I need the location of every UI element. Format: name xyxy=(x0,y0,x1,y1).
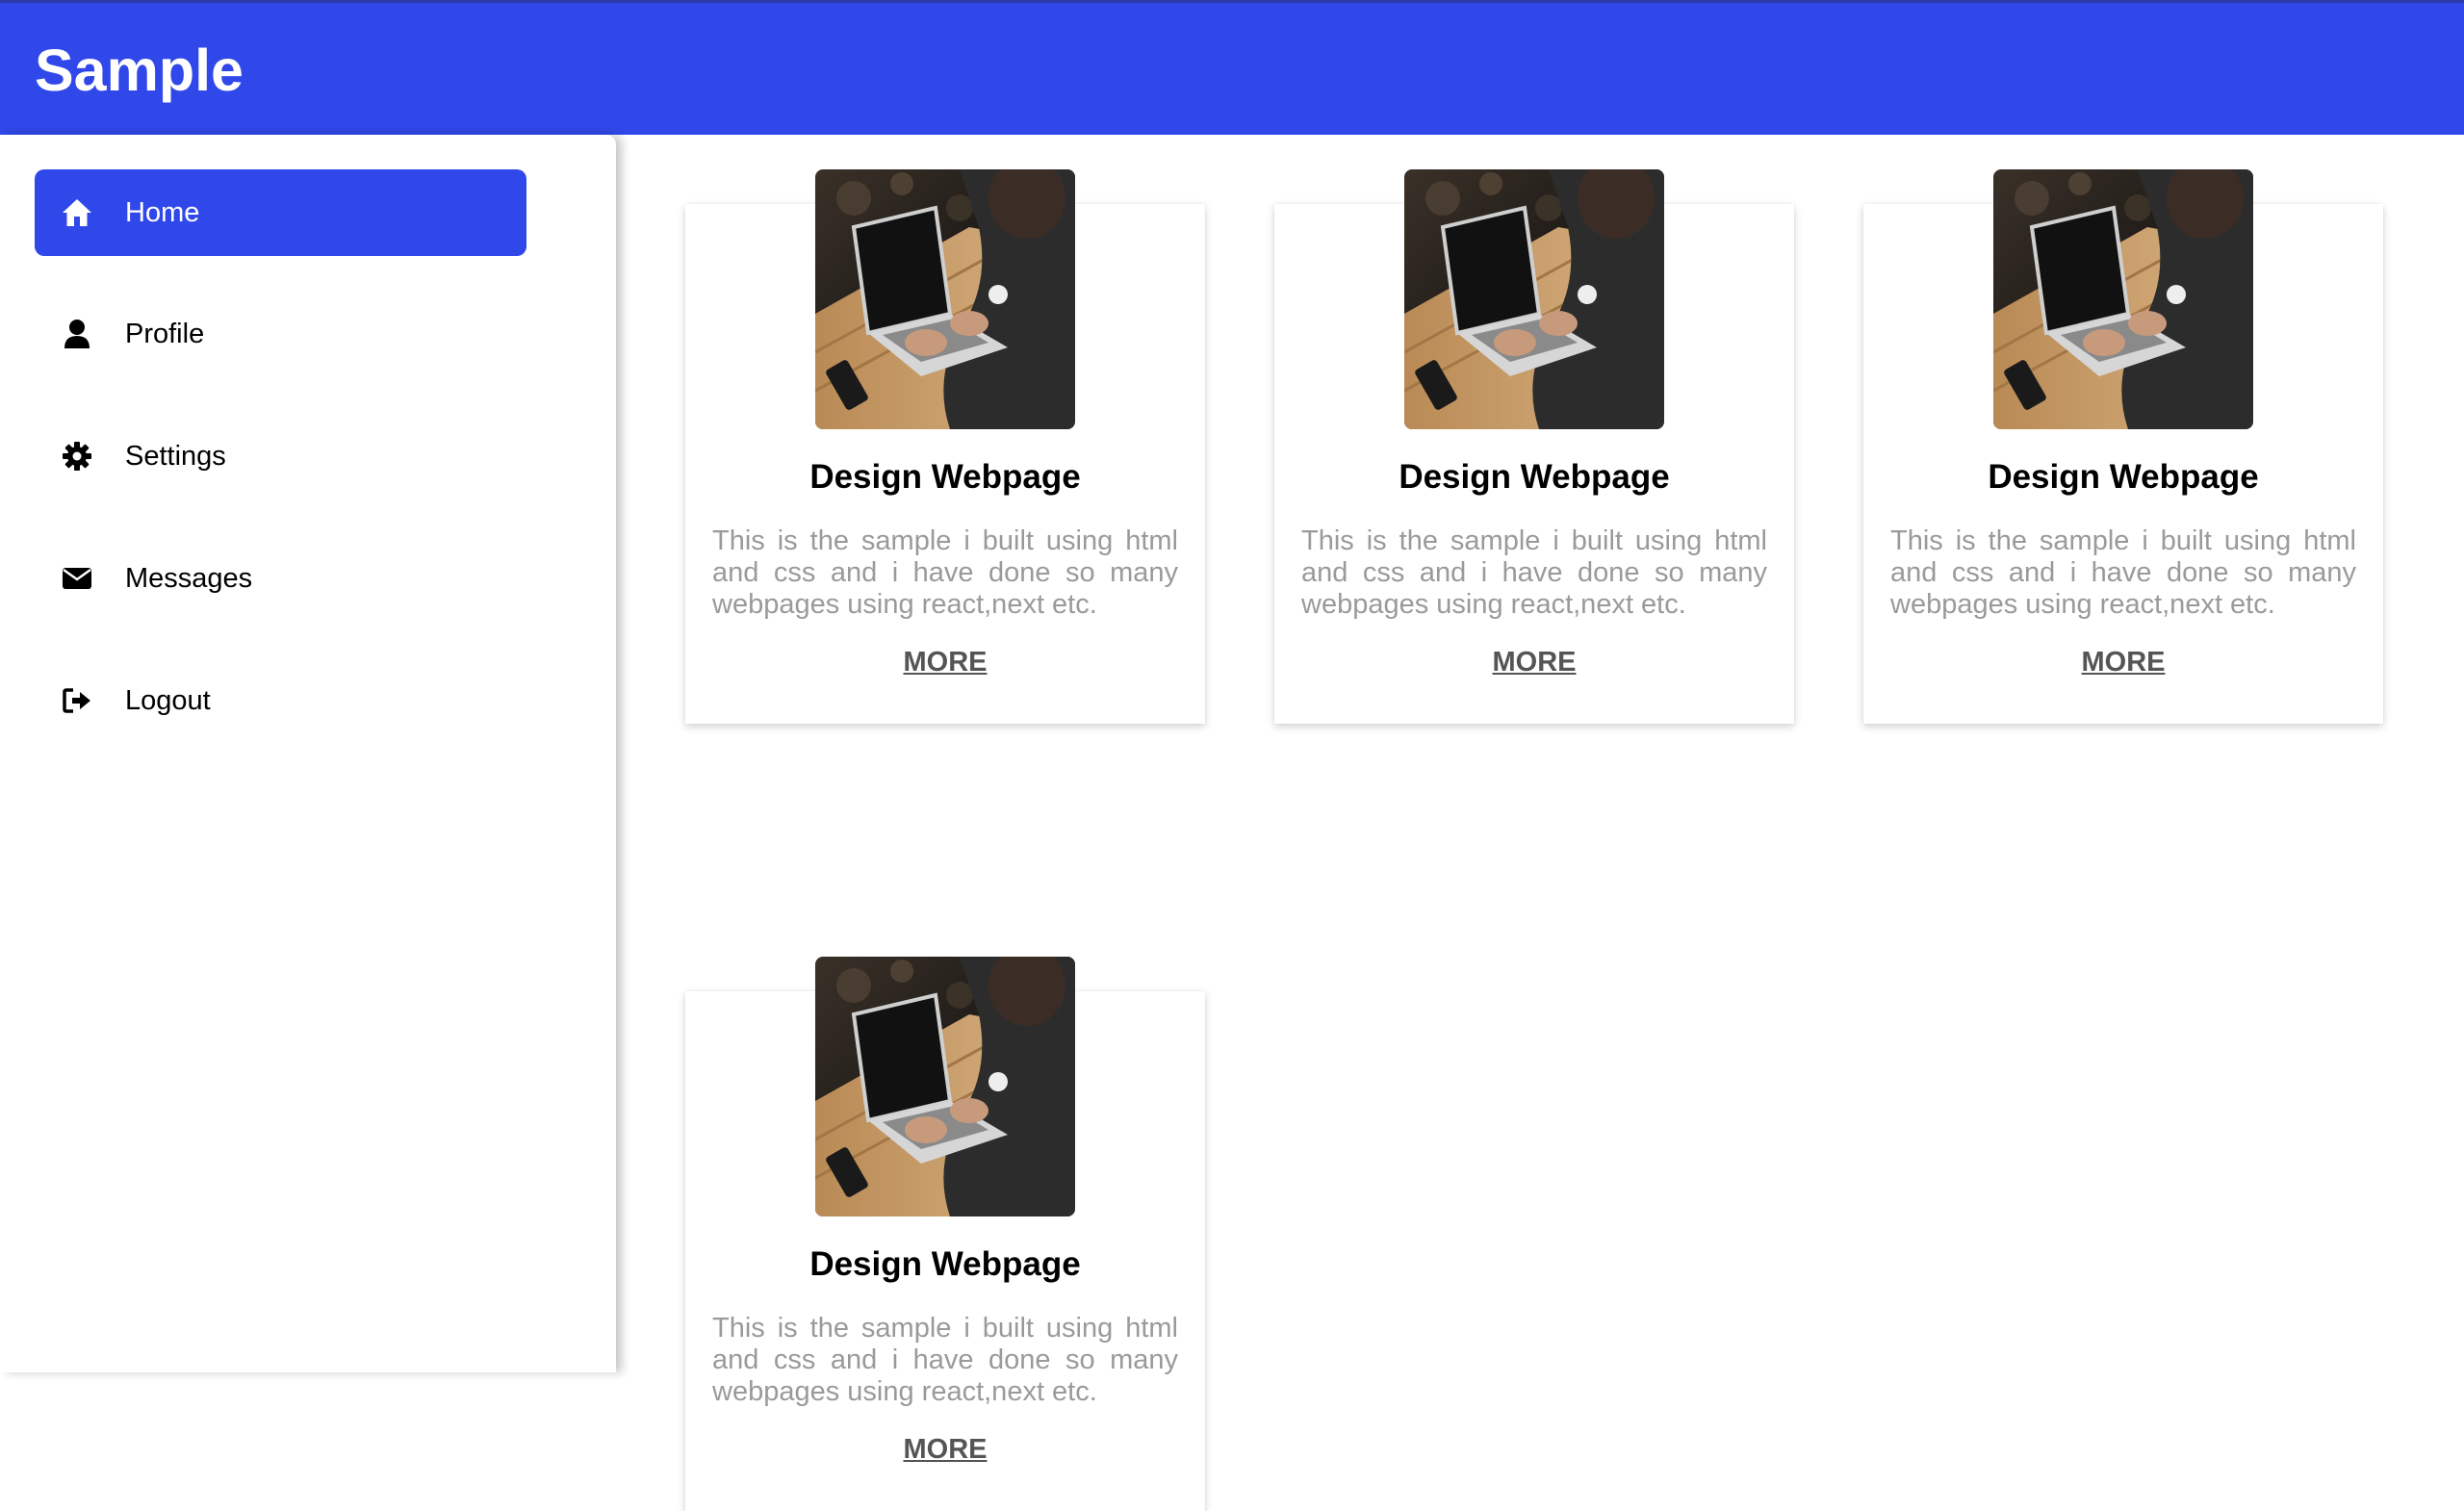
logout-icon xyxy=(58,681,96,720)
card: Design Webpage This is the sample i buil… xyxy=(1274,169,1794,724)
card-image xyxy=(815,169,1075,429)
sidebar-item-profile[interactable]: Profile xyxy=(35,291,526,377)
top-header-bar: Sample xyxy=(0,0,2464,135)
sidebar-item-logout[interactable]: Logout xyxy=(35,657,526,744)
more-link[interactable]: MORE xyxy=(685,1434,1205,1466)
sidebar-item-label: Settings xyxy=(125,440,226,472)
sidebar-item-label: Logout xyxy=(125,684,211,716)
card-title: Design Webpage xyxy=(1399,458,1670,496)
card-image xyxy=(1404,169,1664,429)
sidebar: Home Profile Settings Messages Logout xyxy=(0,135,616,1372)
more-link[interactable]: MORE xyxy=(1863,647,2383,679)
card-title: Design Webpage xyxy=(809,458,1081,496)
sidebar-item-label: Profile xyxy=(125,318,205,349)
card-image xyxy=(815,957,1075,1216)
card-description: This is the sample i built using html an… xyxy=(712,525,1178,620)
sidebar-item-label: Home xyxy=(125,196,200,228)
card-description: This is the sample i built using html an… xyxy=(1301,525,1767,620)
user-icon xyxy=(58,315,96,353)
card: Design Webpage This is the sample i buil… xyxy=(1863,169,2383,724)
card: Design Webpage This is the sample i buil… xyxy=(685,169,1205,724)
card-description: This is the sample i built using html an… xyxy=(1890,525,2356,620)
card-description: This is the sample i built using html an… xyxy=(712,1313,1178,1407)
card-image xyxy=(1993,169,2253,429)
more-link[interactable]: MORE xyxy=(1274,647,1794,679)
sidebar-item-home[interactable]: Home xyxy=(35,169,526,256)
card-title: Design Webpage xyxy=(1988,458,2259,496)
gear-icon xyxy=(58,437,96,475)
card: Design Webpage This is the sample i buil… xyxy=(685,957,1205,1511)
sidebar-item-messages[interactable]: Messages xyxy=(35,535,526,622)
brand-title: Sample xyxy=(35,38,244,103)
sidebar-item-settings[interactable]: Settings xyxy=(35,413,526,499)
card-title: Design Webpage xyxy=(809,1245,1081,1283)
home-icon xyxy=(58,193,96,232)
envelope-icon xyxy=(58,559,96,598)
more-link[interactable]: MORE xyxy=(685,647,1205,679)
sidebar-item-label: Messages xyxy=(125,562,253,594)
